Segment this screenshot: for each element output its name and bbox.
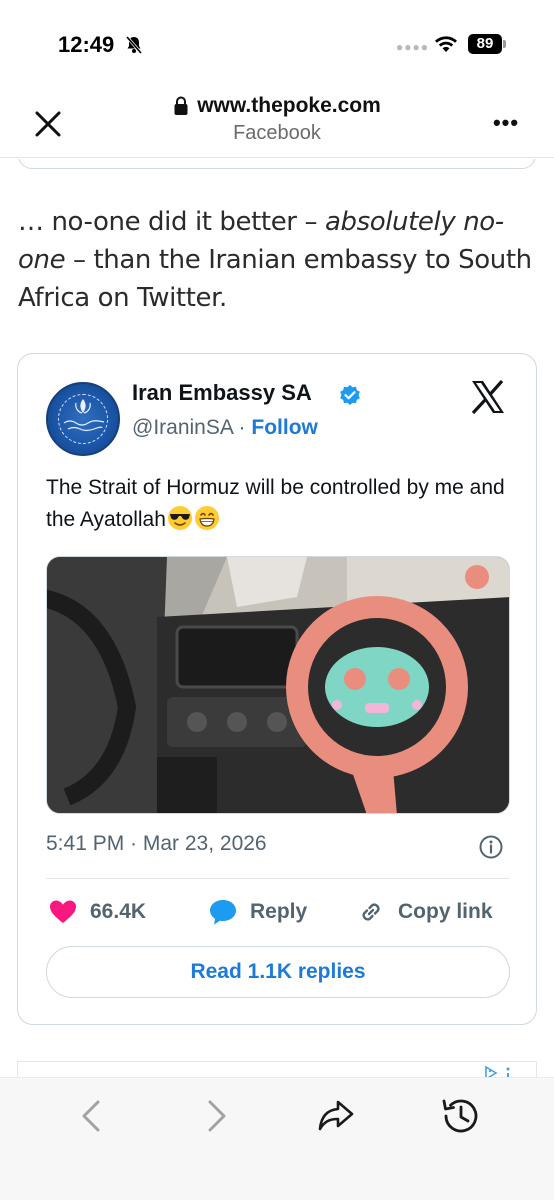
- copy-link-button[interactable]: Copy link: [356, 896, 493, 928]
- article-paragraph: … no-one did it better – absolutely no-o…: [18, 203, 544, 317]
- status-time: 12:49: [58, 32, 115, 57]
- more-icon[interactable]: •••: [488, 110, 524, 140]
- author-name[interactable]: Iran Embassy SA: [132, 380, 312, 406]
- tweet-embed[interactable]: Iran Embassy SA @IraninSA · Follow The S…: [17, 353, 537, 1025]
- close-icon[interactable]: [30, 106, 66, 142]
- signal-icon: ●●●●: [396, 40, 429, 54]
- reply-label: Reply: [250, 900, 308, 923]
- heart-icon: [50, 900, 76, 923]
- previous-embed: [18, 159, 536, 169]
- lock-icon: [174, 96, 188, 115]
- tweet-text-body: The Strait of Hormuz will be controlled …: [46, 476, 505, 531]
- car-dashboard-photo: [47, 557, 509, 813]
- speech-bubble-icon: [210, 900, 236, 925]
- emblem-script-icon: [63, 420, 105, 432]
- url-line: www.thepoke.com: [120, 94, 434, 118]
- share-icon[interactable]: [314, 1094, 358, 1138]
- author-handle-row: @IraninSA · Follow: [132, 416, 318, 440]
- url-text: www.thepoke.com: [197, 94, 381, 117]
- ad-container: [17, 1061, 537, 1077]
- url-source: Facebook: [233, 122, 321, 144]
- sunglasses-emoji-icon: [167, 506, 192, 530]
- chevron-left-icon[interactable]: [70, 1094, 114, 1138]
- x-logo-icon[interactable]: [470, 380, 506, 414]
- verified-icon: [340, 385, 360, 405]
- wifi-icon: [435, 36, 457, 52]
- browser-header: www.thepoke.com Facebook •••: [0, 90, 554, 158]
- avatar[interactable]: [46, 382, 120, 456]
- handle-separator: ·: [232, 416, 252, 439]
- battery-tip: [503, 40, 506, 48]
- bell-muted-icon: [125, 36, 143, 54]
- grinning-emoji-icon: [194, 506, 219, 530]
- browser-toolbar: [0, 1077, 554, 1200]
- copy-link-label: Copy link: [398, 900, 493, 923]
- reply-button[interactable]: Reply: [208, 896, 307, 928]
- like-button[interactable]: 66.4K: [48, 896, 146, 928]
- tweet-text: The Strait of Hormuz will be controlled …: [46, 472, 516, 536]
- adchoices-icon[interactable]: [484, 1065, 514, 1077]
- chevron-right-icon[interactable]: [194, 1094, 238, 1138]
- info-icon[interactable]: [478, 834, 504, 860]
- author-handle[interactable]: @IraninSA: [132, 416, 233, 439]
- battery-level: 89: [468, 34, 502, 54]
- history-icon[interactable]: [438, 1094, 482, 1138]
- article-text-part2: – than the Iranian embassy to South Afri…: [18, 245, 532, 313]
- tweet-image[interactable]: [46, 556, 510, 814]
- tweet-timestamp[interactable]: 5:41 PM · Mar 23, 2026: [46, 832, 267, 856]
- divider: [46, 878, 510, 879]
- status-bar: 12:49 ●●●● 89: [0, 0, 554, 90]
- like-count: 66.4K: [90, 900, 147, 923]
- link-icon: [362, 903, 380, 921]
- emblem-icon: [75, 399, 91, 414]
- read-replies-button[interactable]: Read 1.1K replies: [46, 946, 510, 998]
- url-block[interactable]: www.thepoke.com Facebook: [120, 94, 434, 145]
- article-text-part1: … no-one did it better –: [18, 207, 325, 237]
- follow-button[interactable]: Follow: [251, 416, 318, 439]
- page-content: … no-one did it better – absolutely no-o…: [0, 159, 554, 1077]
